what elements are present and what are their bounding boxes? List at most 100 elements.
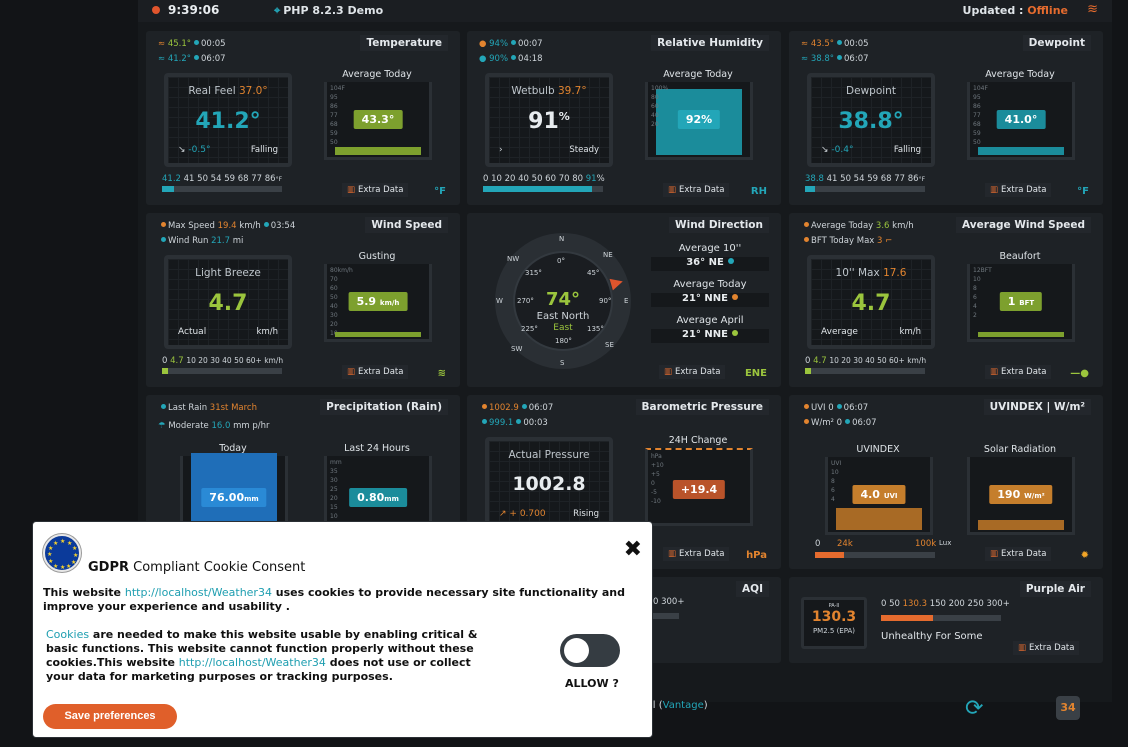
- hum-bar: [483, 186, 603, 192]
- aqi-bar: [653, 613, 679, 619]
- dew-scale: 38.8 41 50 54 59 68 77 86°F: [805, 174, 925, 184]
- temp-high: ≈ 45.1° 00:05: [158, 39, 226, 49]
- extra-data-button[interactable]: ▥ Extra Data: [663, 183, 730, 197]
- wind-slider-icon: —●: [1070, 368, 1089, 379]
- site-link-2[interactable]: http://localhost/Weather34: [179, 656, 326, 669]
- hi-time: 00:05: [844, 39, 869, 49]
- run-value: 21.7: [211, 236, 231, 246]
- scale-tick: 50: [973, 139, 981, 146]
- site-link[interactable]: http://localhost/Weather34: [125, 586, 272, 599]
- cookies-link[interactable]: Cookies: [46, 628, 89, 641]
- trend-value: -0.4°: [831, 145, 854, 155]
- pressure-box: Actual Pressure 1002.8 ↗ + 0.700 Rising: [485, 437, 613, 531]
- weather34-logo[interactable]: 34: [1056, 696, 1080, 720]
- humidity-gauge: 100% 80 60 40 20 92%: [645, 82, 753, 160]
- dot-icon: [263, 222, 269, 227]
- umbrella-icon: ☂: [158, 421, 166, 431]
- scale-tick: 4: [973, 303, 977, 310]
- avg-wind-card: Average Wind Speed Average Today 3.6 km/…: [789, 213, 1103, 387]
- gauge-title: 24H Change: [668, 435, 728, 446]
- scale-tick: 86: [330, 103, 338, 110]
- scale-tick: 100%: [651, 85, 669, 92]
- wifi-icon[interactable]: ≋: [1087, 2, 1098, 17]
- gauge-fill: [335, 332, 421, 337]
- card-title: Barometric Pressure: [635, 399, 769, 415]
- gauge-scale: 12BFT 10 8 6 4 2: [973, 266, 992, 320]
- unit-toggle[interactable]: °F: [1077, 186, 1089, 197]
- toggle-knob: [564, 638, 589, 663]
- extra-label: Extra Data: [1001, 549, 1047, 559]
- header-label: Wetbulb: [511, 85, 555, 97]
- scale-current: 4.7: [170, 356, 184, 366]
- wind-value: 4.7: [208, 291, 248, 316]
- gauge-title: Gusting: [358, 251, 396, 262]
- extra-data-button[interactable]: ▥ Extra Data: [985, 365, 1052, 379]
- unit-toggle[interactable]: °F: [434, 186, 446, 197]
- gauge-scale: 104F 95 86 77 68 59 50: [330, 84, 345, 147]
- scale-tick: 8: [973, 285, 977, 292]
- refresh-icon[interactable]: ⟳: [965, 696, 983, 721]
- scale-high: 150 200 250 300+: [929, 599, 1010, 609]
- dot-icon: [731, 330, 738, 336]
- dewpoint-gauge: 104F 95 86 77 68 59 50 41.0°: [967, 82, 1075, 160]
- wind-bar: [162, 368, 282, 374]
- lo-value: 999.1: [489, 418, 514, 428]
- extra-data-button[interactable]: ▥ Extra Data: [985, 547, 1052, 561]
- trend: ↘ -0.5°: [178, 145, 210, 155]
- dot-icon: [836, 404, 842, 409]
- bft-label: BFT Today Max: [811, 236, 875, 246]
- header-label: Real Feel: [188, 85, 236, 97]
- trend: ↘ -0.4°: [821, 145, 853, 155]
- scale-tick: 59: [330, 130, 338, 137]
- gauge-value: 5.9 km/h: [348, 292, 408, 311]
- extra-data-button[interactable]: ▥ Extra Data: [659, 365, 726, 379]
- max-unit: km/h: [239, 221, 261, 231]
- gauge-fill: [978, 332, 1064, 337]
- uv-card: UVINDEX | W/m² UVI 0 06:07 W/m² 0 06:07 UV…: [789, 395, 1103, 569]
- compass-sw: SW: [511, 345, 523, 353]
- scale-current: 24k: [837, 539, 853, 549]
- gauge-num: 5.9: [356, 295, 377, 308]
- humidity-card: Relative Humidity ● 94% 00:07 ● 90% 04:18 …: [467, 31, 781, 205]
- gauge-num: 1: [1007, 295, 1016, 308]
- station-link[interactable]: Vantage: [663, 700, 704, 711]
- gauge-unit: mm: [244, 495, 259, 503]
- extra-data-button[interactable]: ▥ Extra Data: [342, 365, 409, 379]
- dot-icon: [161, 404, 166, 409]
- lo-value: 41.2°: [167, 54, 192, 64]
- extra-data-button[interactable]: ▥ Extra Data: [985, 183, 1052, 197]
- today-label: Average Today: [811, 221, 874, 231]
- close-icon[interactable]: ✖: [624, 537, 642, 562]
- trend-label: Falling: [250, 145, 278, 155]
- scale-low: 0 50: [881, 599, 900, 609]
- scale-tick: UVI: [831, 460, 842, 467]
- pressure-low: 999.1 00:03: [479, 418, 548, 428]
- allow-cookies-toggle[interactable]: [560, 634, 620, 667]
- dew-bar: [805, 186, 925, 192]
- scale-unit: °F: [918, 176, 926, 183]
- extra-label: Extra Data: [1001, 367, 1047, 377]
- wind-speed-card: Wind Speed Max Speed 19.4 km/h 03:54 Wind…: [146, 213, 460, 387]
- solar-gauge: 190 W/m²: [967, 457, 1075, 535]
- avgtoday-text: 21° NNE: [682, 293, 728, 304]
- scale-tick: 59: [973, 130, 981, 137]
- max-speed: Max Speed 19.4 km/h 03:54: [158, 221, 295, 231]
- scale-current: 91: [585, 174, 597, 184]
- scale-tick: 2: [973, 312, 977, 319]
- wind-bar-fill: [162, 368, 168, 374]
- scale-tick: +5: [651, 471, 660, 478]
- extra-data-button[interactable]: ▥ Extra Data: [342, 183, 409, 197]
- trend-up-icon: ↗: [499, 509, 507, 519]
- scale-ticks: 0 10 20 40 50 60 70 80: [483, 174, 584, 184]
- save-preferences-button[interactable]: Save preferences: [43, 704, 177, 729]
- extra-data-button[interactable]: ▥ Extra Data: [663, 547, 730, 561]
- pressure-value: 1002.8: [512, 473, 586, 495]
- dewpoint-value: 38.8°: [838, 109, 904, 134]
- php-version: ⌖ PHP 8.2.3 Demo: [274, 4, 383, 18]
- avg10-label: Average 10'': [678, 243, 742, 254]
- extra-data-button[interactable]: ▥ Extra Data: [1013, 641, 1080, 655]
- station-close: ): [703, 700, 708, 711]
- scale-current: 41.2: [162, 174, 181, 184]
- scale-unit: °F: [275, 176, 283, 183]
- deg-0: 0°: [557, 257, 565, 265]
